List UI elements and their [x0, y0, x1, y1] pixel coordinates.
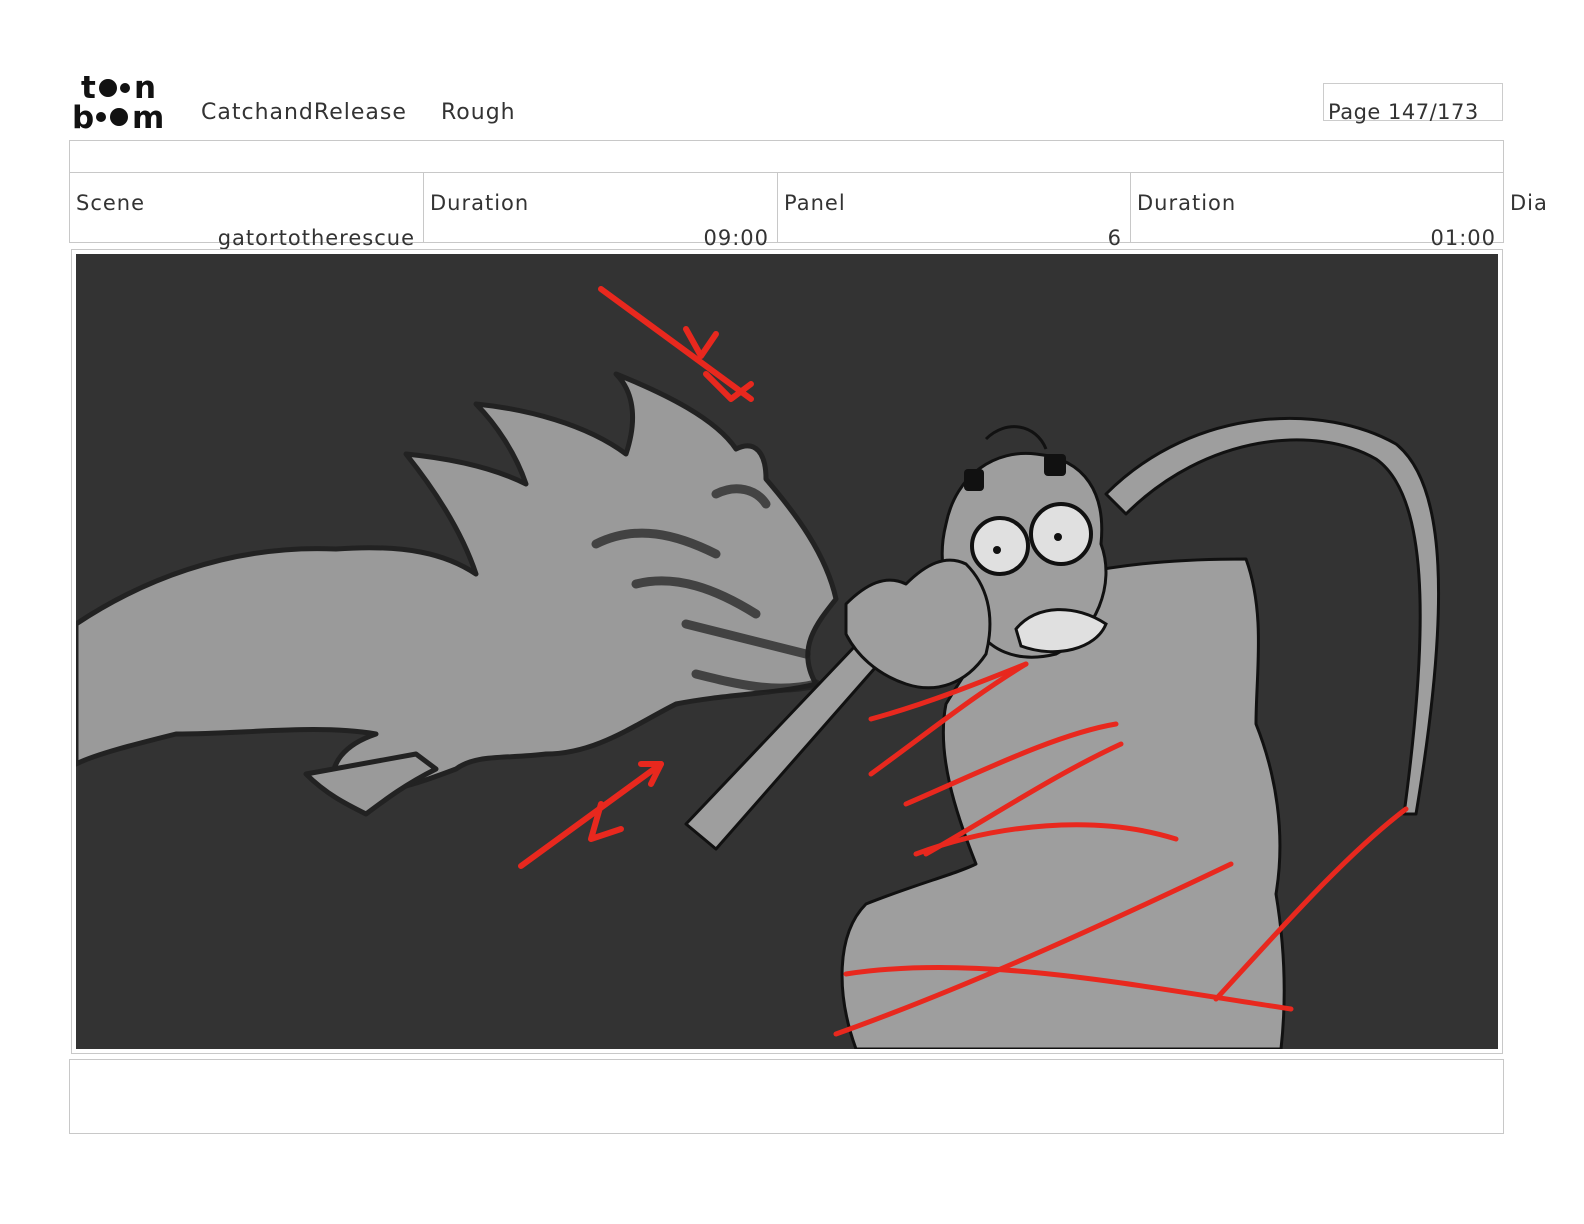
- panel-duration-label: Duration: [1137, 191, 1237, 215]
- svg-text:m: m: [132, 100, 164, 134]
- scene-duration-cell: Duration 09:00: [423, 173, 777, 250]
- toon-boom-logo: t n b m: [72, 70, 184, 136]
- panel-cell: Panel 6: [777, 173, 1130, 250]
- dialogue-notes-box: [69, 1059, 1504, 1134]
- stage-label: Rough: [441, 100, 516, 125]
- dialogue-label: Dia: [1510, 191, 1548, 215]
- panel-label: Panel: [784, 191, 846, 215]
- panel-drawing: [76, 254, 1498, 1049]
- panel-value: 6: [1107, 226, 1122, 250]
- scene-value: gatortotherescue: [217, 226, 415, 250]
- header-strip: [69, 140, 1504, 173]
- toon-boom-logo-mark: t n b m: [72, 70, 164, 136]
- scene-cell: Scene gatortotherescue: [70, 173, 423, 250]
- panel-duration-cell: Duration 01:00: [1130, 173, 1504, 250]
- panel-duration-value: 01:00: [1430, 226, 1496, 250]
- scene-duration-value: 09:00: [703, 226, 769, 250]
- storyboard-panel-image: [76, 254, 1498, 1049]
- scene-duration-label: Duration: [430, 191, 530, 215]
- scene-label: Scene: [76, 191, 146, 215]
- page-number: Page 147/173: [1328, 100, 1479, 124]
- storyboard-panel-frame: [71, 249, 1503, 1054]
- svg-text:b: b: [72, 100, 94, 134]
- panel-info-row: Scene gatortotherescue Duration 09:00 Pa…: [69, 173, 1504, 250]
- project-title: CatchandRelease: [201, 100, 407, 125]
